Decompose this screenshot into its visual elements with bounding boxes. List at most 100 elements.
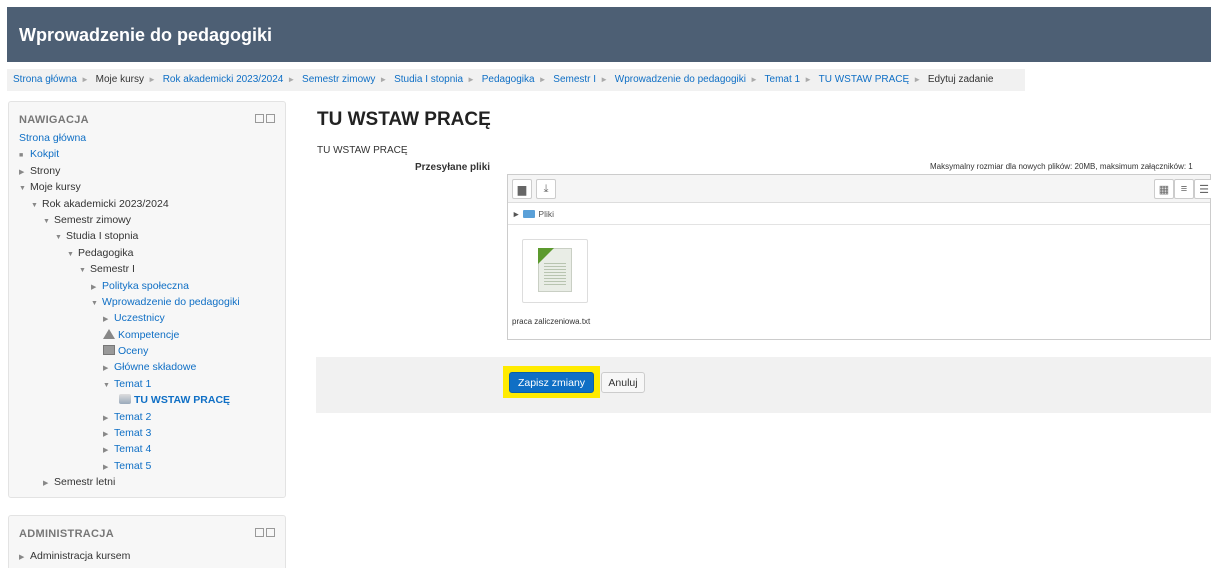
- breadcrumb-link[interactable]: Pedagogika: [482, 74, 535, 85]
- nav-item-general[interactable]: ▶ Główne składowe: [19, 359, 281, 375]
- file-tile[interactable]: [522, 239, 588, 303]
- collapse-arrow-icon[interactable]: ▼: [43, 214, 54, 230]
- nav-item-topic-4[interactable]: ▶ Temat 4: [19, 441, 281, 457]
- expand-icon[interactable]: ▶: [43, 476, 54, 492]
- path-folder-name[interactable]: Pliki: [538, 209, 554, 219]
- breadcrumb-link[interactable]: Temat 1: [765, 74, 801, 85]
- nav-label: Pedagogika: [78, 246, 134, 259]
- breadcrumb-separator-icon: ►: [287, 75, 296, 84]
- nav-item-course-admin[interactable]: ▶ Administracja kursem: [19, 548, 281, 564]
- breadcrumb-link[interactable]: Moje kursy: [96, 74, 144, 85]
- breadcrumb-link[interactable]: Semestr zimowy: [302, 74, 375, 85]
- nav-link[interactable]: Polityka społeczna: [102, 280, 189, 292]
- nav-item-topic-1[interactable]: ▼ Temat 1: [19, 376, 281, 392]
- nav-link[interactable]: Temat 1: [114, 378, 151, 390]
- nav-item-pages[interactable]: ▶ Strony: [19, 163, 281, 179]
- nav-link[interactable]: Temat 5: [114, 460, 151, 472]
- dock-icon[interactable]: [266, 114, 275, 123]
- navigation-tree: Strona główna ■ Kokpit ▶ Strony ▼ Moje kurs…: [19, 130, 281, 491]
- breadcrumb: Strona główna ► Moje kursy ► Rok akademick…: [7, 69, 1025, 91]
- save-button[interactable]: Zapisz zmiany: [509, 372, 594, 393]
- nav-link[interactable]: Oceny: [118, 345, 148, 357]
- icon-view-icon[interactable]: ▦: [1154, 179, 1174, 199]
- collapse-arrow-icon[interactable]: ▼: [91, 296, 102, 312]
- nav-item-assignment[interactable]: TU WSTAW PRACĘ: [19, 392, 281, 408]
- nav-item-home[interactable]: Strona główna: [19, 130, 281, 146]
- breadcrumb-separator-icon: ►: [749, 75, 758, 84]
- collapse-arrow-icon[interactable]: ▼: [31, 198, 42, 214]
- expand-icon[interactable]: ▶: [19, 550, 30, 566]
- breadcrumb-link[interactable]: Rok akademicki 2023/2024: [163, 74, 284, 85]
- nav-link[interactable]: Temat 3: [114, 427, 151, 439]
- nav-item-social-policy[interactable]: ▶ Polityka społeczna: [19, 278, 281, 294]
- page-header: Wprowadzenie do pedagogiki: [7, 7, 1211, 62]
- nav-item-dashboard[interactable]: ■ Kokpit: [19, 146, 281, 162]
- tree-view-icon[interactable]: ☰: [1194, 179, 1211, 199]
- file-name[interactable]: praca zaliczeniowa.txt: [512, 317, 590, 326]
- nav-item-studies[interactable]: ▼ Studia I stopnia: [19, 228, 281, 244]
- collapse-arrow-icon[interactable]: ▼: [103, 378, 114, 394]
- dock-icon[interactable]: [266, 528, 275, 537]
- download-icon[interactable]: ⤓: [536, 179, 556, 199]
- nav-label: Semestr letni: [54, 476, 116, 489]
- block-controls: [255, 114, 275, 123]
- nav-link[interactable]: Uczestnicy: [114, 312, 165, 324]
- nav-link[interactable]: Kokpit: [30, 148, 59, 160]
- file-path: ► Pliki: [508, 203, 1210, 225]
- form-actions: [316, 357, 1211, 413]
- nav-label: Administracja kursem: [30, 550, 131, 562]
- nav-item-summer-semester[interactable]: ▶ Semestr letni: [19, 474, 281, 490]
- nav-link[interactable]: Wprowadzenie do pedagogiki: [102, 296, 240, 308]
- breadcrumb-link[interactable]: Strona główna: [13, 74, 77, 85]
- breadcrumb-separator-icon: ►: [600, 75, 608, 84]
- files-label: Przesyłane pliki: [415, 162, 491, 173]
- breadcrumb-separator-icon: ►: [467, 75, 475, 84]
- nav-item-semester-1[interactable]: ▼ Semestr I: [19, 261, 281, 277]
- page-title: TU WSTAW PRACĘ: [317, 109, 491, 130]
- nav-link[interactable]: Główne składowe: [114, 361, 196, 373]
- assignment-description: TU WSTAW PRACĘ: [317, 145, 408, 156]
- breadcrumb-separator-icon: ►: [148, 75, 156, 84]
- nav-item-intro-pedagogy[interactable]: ▼ Wprowadzenie do pedagogiki: [19, 294, 281, 310]
- list-view-icon[interactable]: ≡: [1174, 179, 1194, 199]
- nav-link[interactable]: Kompetencje: [118, 329, 179, 341]
- nav-label: Semestr zimowy: [54, 213, 132, 226]
- collapse-arrow-icon[interactable]: ▼: [55, 230, 66, 246]
- breadcrumb-separator-icon: ►: [538, 75, 547, 84]
- max-size-info: Maksymalny rozmiar dla nowych plików: 20…: [930, 162, 1193, 171]
- collapse-arrow-icon[interactable]: ▼: [19, 181, 30, 197]
- nav-item-topic-5[interactable]: ▶ Temat 5: [19, 458, 281, 474]
- nav-item-competencies[interactable]: Kompetencje: [19, 327, 281, 343]
- nav-item-topic-2[interactable]: ▶ Temat 2: [19, 409, 281, 425]
- breadcrumb-separator-icon: ►: [913, 75, 922, 84]
- grades-icon: [103, 345, 115, 356]
- administration-tree: ▶ Administracja kursem: [19, 548, 281, 564]
- nav-item-winter-semester[interactable]: ▼ Semestr zimowy: [19, 212, 281, 228]
- nav-label: Strony: [30, 164, 61, 177]
- file-manager-toolbar: ▆ ⤓ ▦ ≡ ☰: [508, 175, 1211, 203]
- add-file-icon[interactable]: ▆: [512, 179, 532, 199]
- breadcrumb-separator-icon: ►: [80, 75, 89, 84]
- breadcrumb-link[interactable]: Semestr I: [553, 74, 596, 85]
- nav-item-pedagogy[interactable]: ▼ Pedagogika: [19, 245, 281, 261]
- nav-item-topic-3[interactable]: ▶ Temat 3: [19, 425, 281, 441]
- navigation-block-title: NAWIGACJA: [19, 114, 89, 126]
- file-manager: ▆ ⤓ ▦ ≡ ☰ ► Pliki praca zaliczeniowa.txt: [507, 174, 1211, 340]
- nav-item-year[interactable]: ▼ Rok akademicki 2023/2024: [19, 196, 281, 212]
- collapse-arrow-icon[interactable]: ▼: [79, 263, 90, 279]
- nav-link[interactable]: Strona główna: [19, 132, 86, 144]
- nav-link[interactable]: Temat 4: [114, 443, 151, 455]
- nav-item-grades[interactable]: Oceny: [19, 343, 281, 359]
- nav-item-my-courses[interactable]: ▼ Moje kursy: [19, 179, 281, 195]
- breadcrumb-link[interactable]: TU WSTAW PRACĘ: [819, 74, 910, 85]
- nav-item-participants[interactable]: ▶ Uczestnicy: [19, 310, 281, 326]
- nav-link[interactable]: Temat 2: [114, 411, 151, 423]
- nav-label: Studia I stopnia: [66, 230, 139, 243]
- breadcrumb-link[interactable]: Studia I stopnia: [394, 74, 463, 85]
- collapse-icon[interactable]: [255, 114, 264, 123]
- collapse-arrow-icon[interactable]: ▼: [67, 247, 78, 263]
- cancel-button[interactable]: Anuluj: [601, 372, 645, 393]
- breadcrumb-link[interactable]: Wprowadzenie do pedagogiki: [615, 74, 746, 85]
- collapse-icon[interactable]: [255, 528, 264, 537]
- administration-block: ADMINISTRACJA ▶ Administracja kursem: [8, 515, 286, 568]
